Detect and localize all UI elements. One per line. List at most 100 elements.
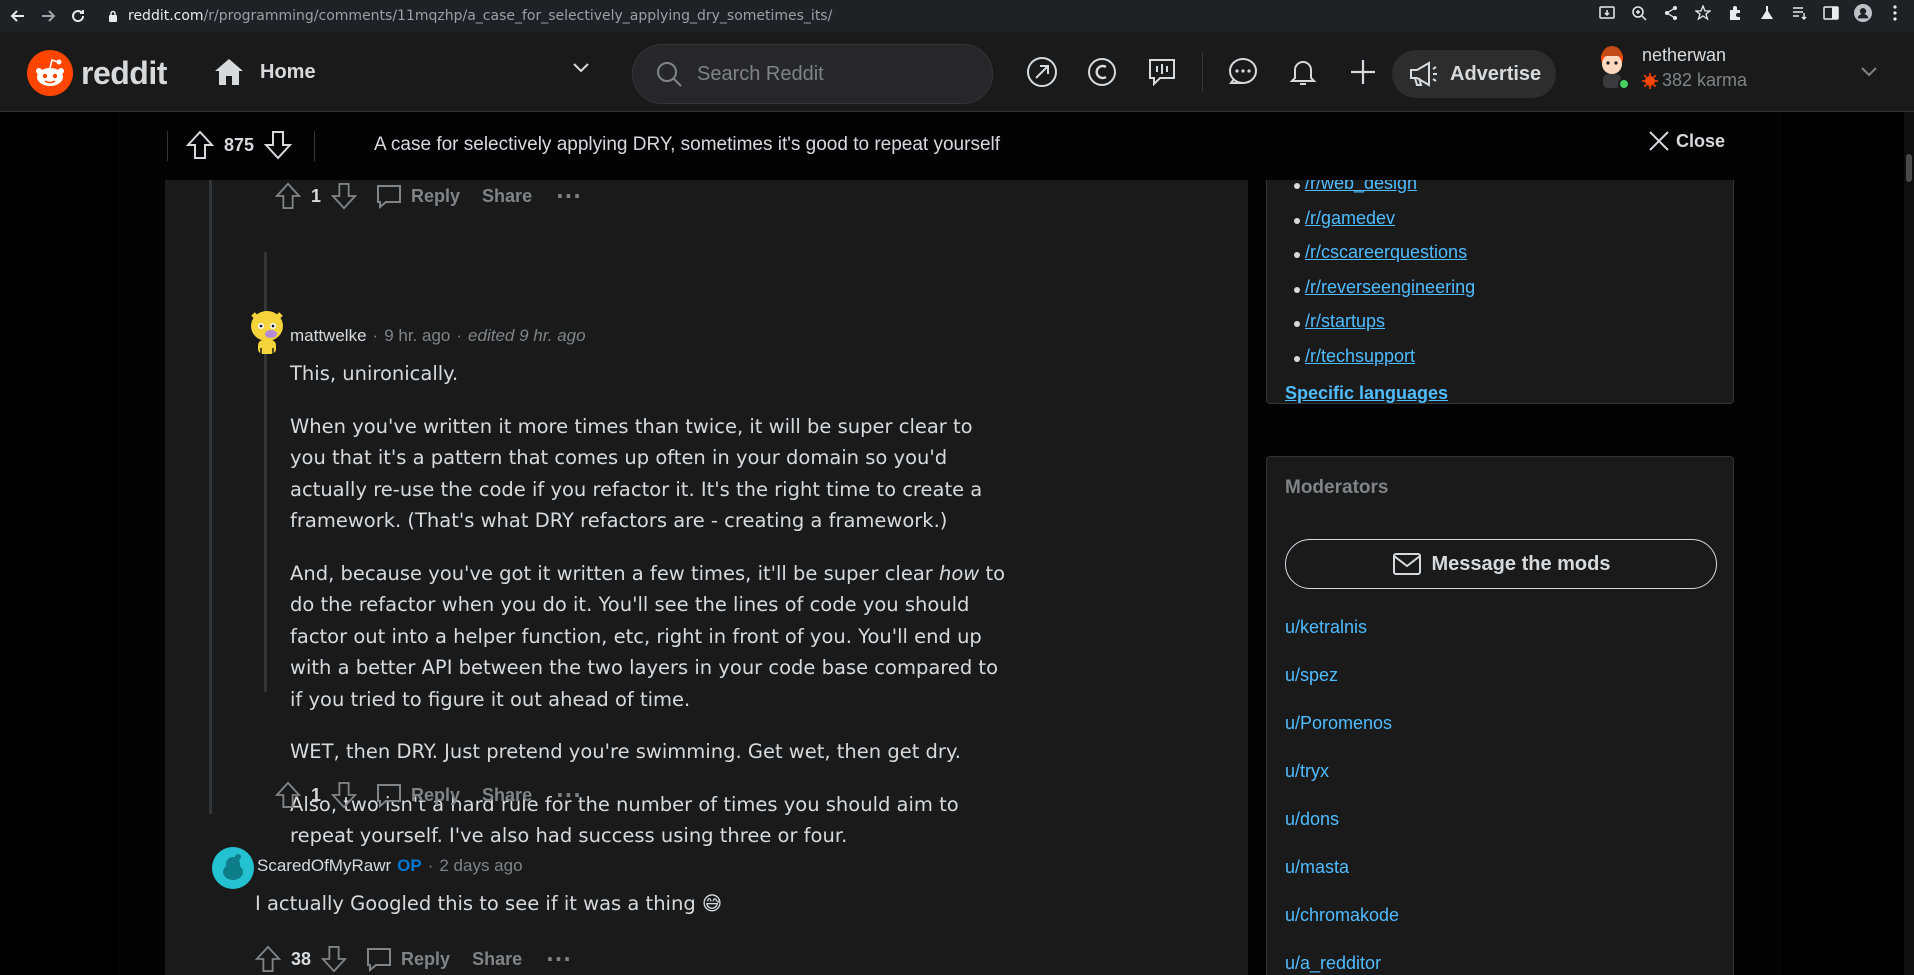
coins-icon[interactable] xyxy=(1082,52,1122,92)
upvote-icon[interactable] xyxy=(275,781,301,809)
reload-icon[interactable] xyxy=(66,4,90,28)
moderator-link[interactable]: u/Poromenos xyxy=(1285,713,1392,734)
moderator-link[interactable]: u/spez xyxy=(1285,665,1338,686)
feed-dropdown[interactable]: Home xyxy=(214,52,594,92)
comment-time[interactable]: 2 days ago xyxy=(439,856,522,876)
install-app-icon[interactable] xyxy=(1598,4,1616,22)
comment-time[interactable]: 9 hr. ago xyxy=(384,326,450,346)
specific-languages-link[interactable]: Specific languages xyxy=(1285,383,1448,403)
reply-button[interactable]: Reply xyxy=(365,946,450,972)
thread-line[interactable] xyxy=(209,180,212,814)
karma-text: 382 karma xyxy=(1662,70,1748,90)
chevron-down-icon xyxy=(572,62,590,74)
message-mods-label: Message the mods xyxy=(1431,552,1611,575)
megaphone-icon xyxy=(1408,61,1438,87)
moderator-link[interactable]: u/chromakode xyxy=(1285,905,1399,926)
sidebar: /r/web_design /r/gamedev /r/cscareerques… xyxy=(1266,180,1734,975)
karma-count: 382 karma xyxy=(1642,70,1747,91)
more-options-icon[interactable]: ··· xyxy=(556,184,582,208)
moderator-link[interactable]: u/masta xyxy=(1285,857,1349,878)
moderator-link[interactable]: u/tryx xyxy=(1285,761,1329,782)
moderator-link[interactable]: u/ketralnis xyxy=(1285,617,1367,638)
create-post-plus-icon[interactable] xyxy=(1343,52,1383,92)
edited-label: edited 9 hr. ago xyxy=(468,326,586,345)
community-link[interactable]: /r/web_design xyxy=(1305,180,1417,193)
downvote-icon[interactable] xyxy=(331,781,358,809)
moderator-link[interactable]: u/dons xyxy=(1285,809,1339,830)
search-bar[interactable] xyxy=(632,44,993,104)
more-options-icon[interactable]: ··· xyxy=(556,783,582,807)
list-item: /r/startups xyxy=(1267,311,1475,346)
community-link[interactable]: /r/cscareerquestions xyxy=(1305,242,1467,262)
share-icon[interactable] xyxy=(1662,4,1680,22)
close-button[interactable]: Close xyxy=(1642,130,1725,152)
reply-label: Reply xyxy=(411,185,461,206)
more-options-icon[interactable]: ··· xyxy=(546,947,572,971)
downvote-icon[interactable] xyxy=(264,130,293,160)
profile-icon[interactable] xyxy=(1854,4,1872,22)
user-menu[interactable]: netherwan 382 karma xyxy=(1594,44,1747,92)
chat-icon[interactable] xyxy=(1223,52,1263,92)
upvote-icon[interactable] xyxy=(255,945,281,973)
share-button[interactable]: Share xyxy=(482,186,532,207)
specific-languages-heading: Specific languages xyxy=(1285,383,1448,404)
search-input[interactable] xyxy=(697,62,957,86)
search-icon xyxy=(655,60,683,88)
community-talk-icon[interactable] xyxy=(1142,52,1182,92)
notifications-bell-icon[interactable] xyxy=(1283,52,1323,92)
community-link[interactable]: /r/reverseengineering xyxy=(1305,277,1475,297)
forward-icon[interactable] xyxy=(36,4,60,28)
zoom-icon[interactable] xyxy=(1630,4,1648,22)
community-link[interactable]: /r/startups xyxy=(1305,311,1385,331)
feed-label: Home xyxy=(260,60,316,83)
browser-menu-icon[interactable] xyxy=(1886,4,1904,22)
comment-meta: ScaredOfMyRawr OP · 2 days ago xyxy=(245,856,523,876)
community-link[interactable]: /r/techsupport xyxy=(1305,346,1415,366)
advertise-button[interactable]: Advertise xyxy=(1392,50,1556,98)
reply-label: Reply xyxy=(401,948,451,969)
upvote-icon[interactable] xyxy=(275,182,301,210)
popular-icon[interactable] xyxy=(1022,52,1062,92)
comment-author[interactable]: ScaredOfMyRawr xyxy=(257,856,391,876)
bookmark-star-icon[interactable] xyxy=(1694,4,1712,22)
comment-author[interactable]: mattwelke xyxy=(290,326,367,346)
separator-dot: · xyxy=(456,326,463,345)
back-icon[interactable] xyxy=(6,4,30,28)
downvote-icon[interactable] xyxy=(331,182,358,210)
comment-actions: 38 Reply Share ··· xyxy=(255,941,572,975)
side-panel-icon[interactable] xyxy=(1822,4,1840,22)
community-link[interactable]: /r/gamedev xyxy=(1305,208,1395,228)
reply-button[interactable]: Reply xyxy=(375,782,460,808)
scrollbar-thumb[interactable] xyxy=(1906,154,1912,182)
message-mods-button[interactable]: Message the mods xyxy=(1285,539,1717,589)
close-icon xyxy=(1648,130,1670,152)
post-title: A case for selectively applying DRY, som… xyxy=(374,134,1001,155)
related-communities-card: /r/web_design /r/gamedev /r/cscareerques… xyxy=(1266,180,1734,404)
page-scrollbar[interactable] xyxy=(1904,112,1914,975)
share-button[interactable]: Share xyxy=(472,949,522,970)
list-item: /r/techsupport xyxy=(1267,346,1475,381)
labs-icon[interactable] xyxy=(1758,4,1776,22)
community-list: /r/web_design /r/gamedev /r/cscareerques… xyxy=(1267,180,1475,380)
list-item: /r/cscareerquestions xyxy=(1267,242,1475,277)
upvote-icon[interactable] xyxy=(186,130,214,160)
extensions-icon[interactable] xyxy=(1726,4,1744,22)
comment-bubble-icon xyxy=(375,183,403,209)
comment-paragraph: This, unironically. xyxy=(290,362,459,385)
comment-body: I actually Googled this to see if it was… xyxy=(255,888,975,941)
address-bar[interactable]: reddit.com/r/programming/comments/11mqzh… xyxy=(108,3,832,29)
header-divider xyxy=(1202,52,1203,92)
moderators-title: Moderators xyxy=(1285,477,1389,498)
reply-button[interactable]: Reply xyxy=(375,183,460,209)
share-label: Share xyxy=(482,784,533,805)
reddit-logo[interactable]: reddit xyxy=(27,50,167,96)
user-menu-chevron-icon[interactable] xyxy=(1860,66,1878,78)
reddit-wordmark: reddit xyxy=(81,54,167,91)
share-button[interactable]: Share xyxy=(482,785,532,806)
post-score: 875 xyxy=(224,134,255,155)
moderator-link[interactable]: u/a_redditor xyxy=(1285,953,1381,974)
reading-list-icon[interactable] xyxy=(1790,4,1808,22)
downvote-icon[interactable] xyxy=(321,945,348,973)
separator-dot: · xyxy=(372,326,379,345)
post-vote: 875 xyxy=(186,130,293,160)
